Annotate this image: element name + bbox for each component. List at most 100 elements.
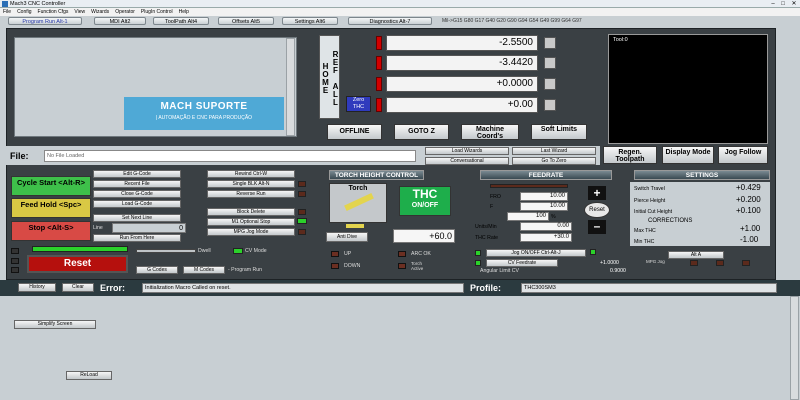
machine-coords-button[interactable]: Machine Coord's [461, 124, 519, 140]
cv-feedrate-button[interactable]: CV Feedrate [486, 259, 558, 267]
thc-onoff-button[interactable]: THC ON/OFF [399, 186, 451, 216]
edit-gcode-button[interactable]: Edit G-Code [93, 170, 181, 178]
anti-dive-button[interactable]: Anti Dive [326, 232, 368, 242]
offline-button[interactable]: OFFLINE [327, 124, 382, 140]
mpg-jog-mode-button[interactable]: MPG Jog Mode [207, 228, 295, 236]
thc-rate-label: THC Rate [475, 235, 499, 241]
zero-thc-small-button[interactable] [544, 99, 556, 111]
run-from-here-button[interactable]: Run From Here [93, 234, 181, 242]
cycle-start-button[interactable]: Cycle Start <Alt-R> [11, 176, 91, 196]
initial-cut-height-label: Initial Cut Height [634, 209, 673, 215]
optional-stop-button[interactable]: M1 Optional Stop [207, 218, 295, 226]
jog-led [475, 250, 481, 256]
torch-toggle-button[interactable]: Torch [329, 183, 387, 223]
goto-z-button[interactable]: GOTO Z [394, 124, 449, 140]
dro-x[interactable]: -2.5500 [386, 35, 538, 51]
dro-z[interactable]: +0.0000 [386, 76, 538, 92]
feed-reset-button[interactable]: Reset [584, 202, 610, 218]
last-wizard-button[interactable]: Last Wizard [512, 147, 596, 155]
min-thc-value[interactable]: -1.00 [740, 236, 758, 244]
torch-active-label: Torch Active [411, 261, 424, 271]
minimize-button[interactable]: – [768, 0, 778, 8]
menu-function-cfgs[interactable]: Function Cfgs [35, 8, 72, 16]
tab-offsets[interactable]: Offsets Alt5 [218, 17, 274, 25]
ref-all-home-button[interactable]: REF ALL HOME [319, 35, 340, 119]
simplify-screen-button[interactable]: Simplify Screen [14, 320, 96, 329]
tab-program-run[interactable]: Program Run Alt-1 [8, 17, 82, 25]
units-value: 0.00 [520, 222, 572, 231]
menu-config[interactable]: Config [14, 8, 34, 16]
menu-wizards[interactable]: Wizards [88, 8, 112, 16]
angular-limit-value: 0.9000 [610, 268, 626, 274]
clear-button[interactable]: Clear [62, 283, 94, 292]
line-number-field[interactable]: 0 [112, 223, 186, 233]
display-mode-button[interactable]: Display Mode [662, 146, 714, 164]
tab-bar: Program Run Alt-1 MDI Alt2 ToolPath Alt4… [0, 16, 800, 26]
thc-up-led [331, 251, 339, 257]
page-scrollbar[interactable] [790, 296, 799, 400]
feed-hold-button[interactable]: Feed Hold <Spc> [11, 198, 91, 218]
profile-field: THC300SM3 [521, 283, 777, 293]
max-thc-value[interactable]: +1.00 [740, 225, 760, 233]
program-run-label: - Program Run [228, 267, 263, 273]
zero-z-button[interactable] [544, 78, 556, 90]
tab-mdi[interactable]: MDI Alt2 [94, 17, 146, 25]
block-delete-button[interactable]: Block Delete [207, 208, 295, 216]
go-to-zero-button[interactable]: Go To Zero [512, 157, 596, 165]
menu-help[interactable]: Help [176, 8, 192, 16]
dwell-indicator [136, 249, 196, 253]
pierce-height-value[interactable]: +0.200 [736, 196, 761, 204]
recent-file-button[interactable]: Recent File [93, 180, 181, 188]
history-button[interactable]: History [18, 283, 56, 292]
reset-button[interactable]: Reset [27, 255, 128, 273]
dwell-label: Dwell [198, 248, 211, 254]
menu-plugin-control[interactable]: PlugIn Control [138, 8, 176, 16]
tab-diagnostics[interactable]: Diagnostics Alt-7 [348, 17, 432, 25]
single-block-button[interactable]: Single BLK Alt-N [207, 180, 295, 188]
tab-settings[interactable]: Settings Alt6 [282, 17, 338, 25]
reload-button[interactable]: ReLoad [66, 371, 112, 380]
conversational-button[interactable]: Conversational [425, 157, 509, 165]
jog-onoff-button[interactable]: Jog ON/OFF Ctrl-Alt-J [486, 249, 586, 257]
menu-file[interactable]: File [0, 8, 14, 16]
stop-button[interactable]: Stop <Alt-S> [11, 221, 91, 241]
close-button[interactable]: ✕ [789, 0, 799, 8]
menu-view[interactable]: View [71, 8, 88, 16]
mpg-led-1 [690, 260, 698, 266]
jog-follow-button[interactable]: Jog Follow [718, 146, 768, 164]
zero-thc-button[interactable]: Zero THC [346, 96, 371, 112]
tab-toolpath[interactable]: ToolPath Alt4 [153, 17, 209, 25]
fro-value[interactable]: 10.00 [520, 192, 568, 201]
soft-limits-button[interactable]: Soft Limits [531, 124, 587, 140]
zero-x-button[interactable] [544, 37, 556, 49]
load-gcode-button[interactable]: Load G-Code [93, 200, 181, 208]
gcodes-button[interactable]: G Codes [136, 266, 178, 274]
zero-y-button[interactable] [544, 57, 556, 69]
feed-plus-button[interactable]: + [588, 186, 606, 200]
mcodes-button[interactable]: M Codes [183, 266, 225, 274]
feed-minus-button[interactable]: – [588, 220, 606, 234]
thc-value-field[interactable]: +60.0 [393, 229, 455, 243]
single-block-led [298, 181, 306, 187]
dro-thc[interactable]: +0.00 [386, 97, 538, 113]
dro-y[interactable]: -3.4420 [386, 55, 538, 71]
regen-toolpath-button[interactable]: Regen. Toolpath [603, 146, 657, 164]
thc-rate-value[interactable]: +30.0 [520, 233, 572, 242]
set-next-line-button[interactable]: Set Next Line [93, 214, 181, 222]
reverse-run-led [298, 191, 306, 197]
switch-travel-value[interactable]: +0.429 [736, 184, 761, 192]
rewind-button[interactable]: Rewind Ctrl-W [207, 170, 295, 178]
thc-up-label: UP [344, 251, 352, 257]
feedrate-header: FEEDRATE [480, 170, 612, 180]
alt-a-button[interactable]: Alt A [668, 251, 724, 259]
toolpath-scrollbar[interactable] [286, 38, 295, 136]
maximize-button[interactable]: □ [778, 0, 788, 8]
close-gcode-button[interactable]: Close G-Code [93, 190, 181, 198]
initial-cut-height-value[interactable]: +0.100 [736, 207, 761, 215]
reverse-run-button[interactable]: Reverse Run [207, 190, 295, 198]
f-value[interactable]: 10.00 [520, 202, 568, 211]
active-gcodes: Mil->G15 G80 G17 G40 G20 G90 G94 G54 G49… [442, 18, 582, 24]
switch-travel-label: Switch Travel [634, 186, 665, 192]
load-wizards-button[interactable]: Load Wizards [425, 147, 509, 155]
menu-operator[interactable]: Operator [112, 8, 138, 16]
